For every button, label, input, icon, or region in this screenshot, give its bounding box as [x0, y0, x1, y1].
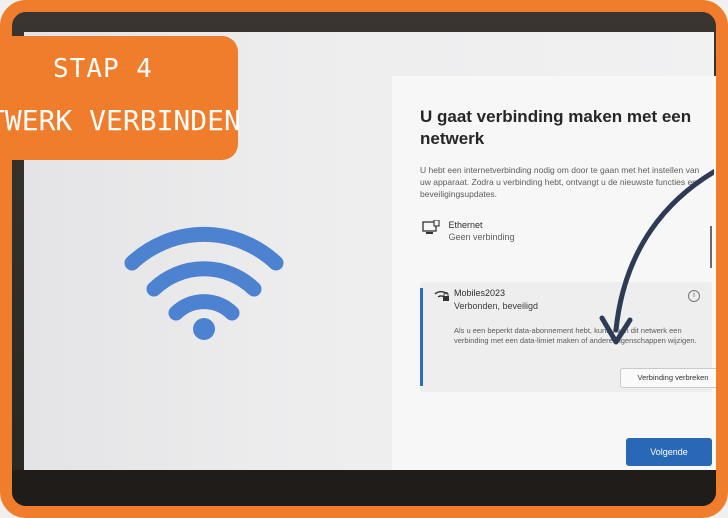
laptop-bezel: [12, 470, 716, 506]
step-label: STAP 4: [53, 54, 153, 84]
step-badge: STAP 4 TWERK VERBINDEN: [0, 36, 241, 160]
step-title: TWERK VERBINDEN: [0, 104, 241, 137]
